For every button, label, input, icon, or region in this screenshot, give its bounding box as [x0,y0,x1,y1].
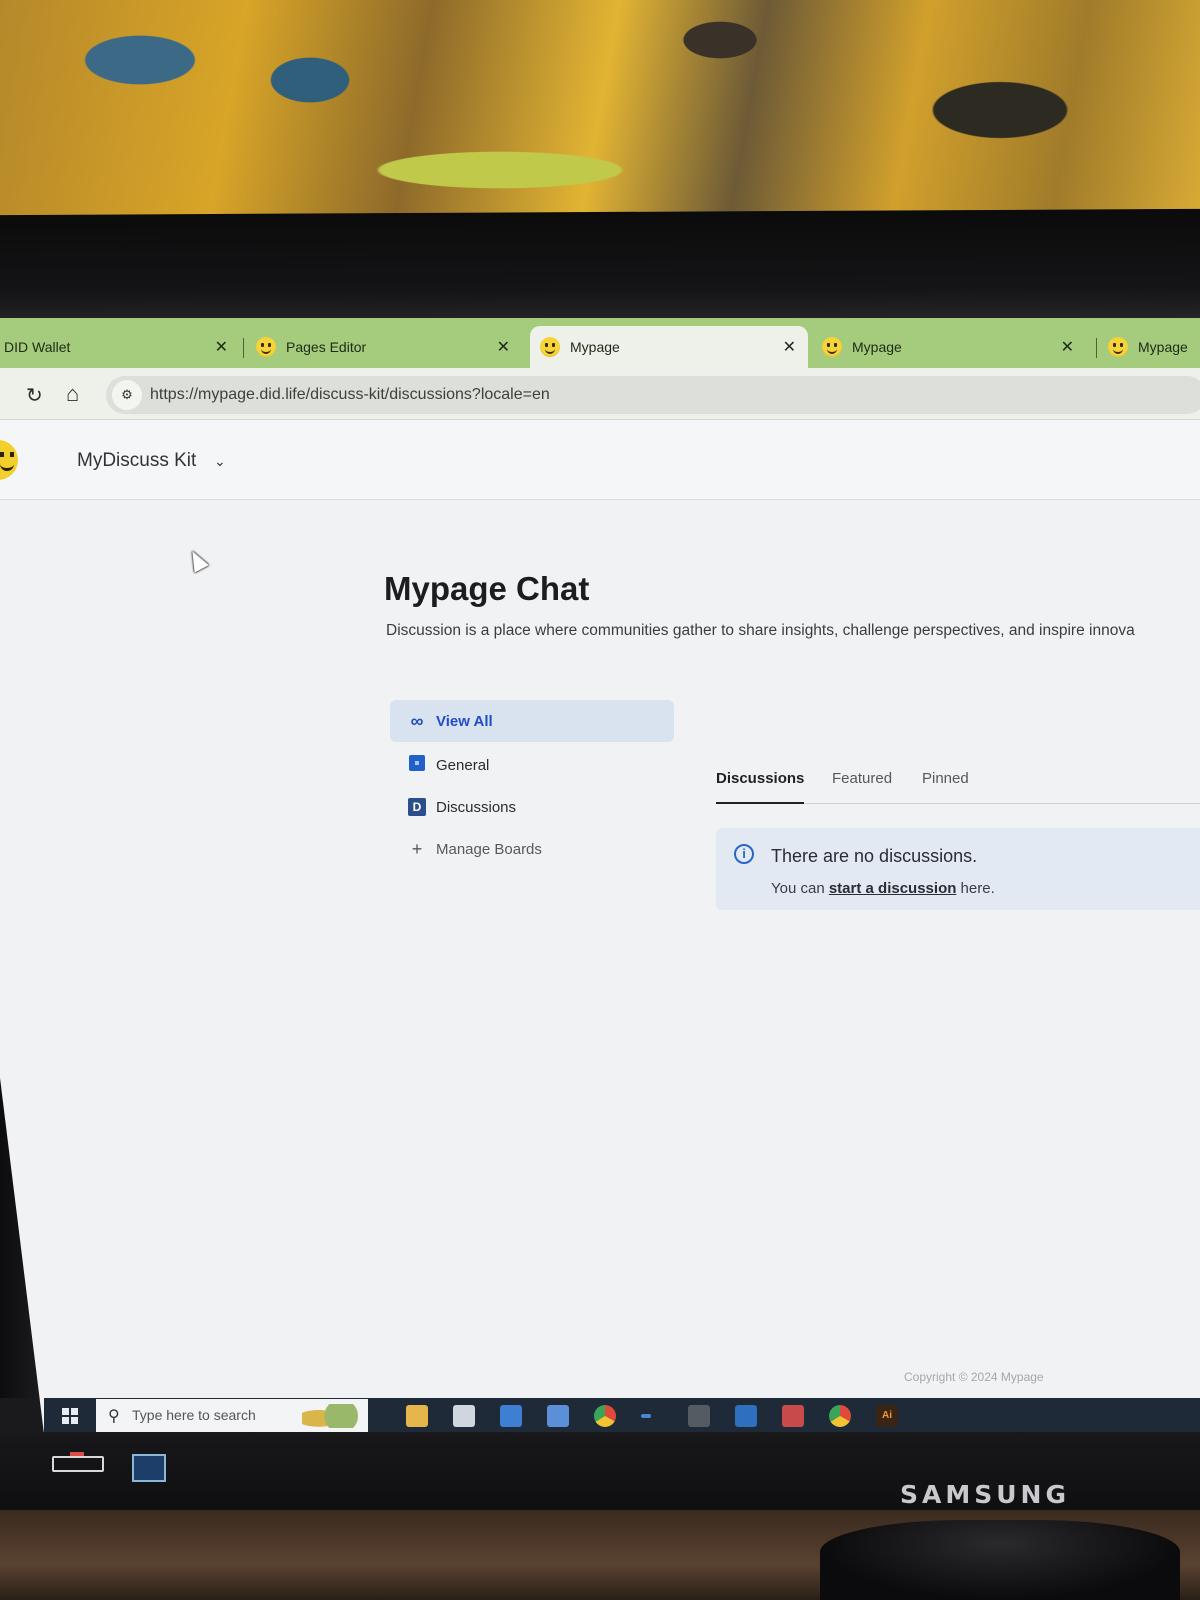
app-icon[interactable] [735,1405,757,1427]
tab-label: Mypage [1138,339,1188,355]
chrome-icon[interactable] [594,1405,616,1427]
calculator-app-icon[interactable] [547,1405,569,1427]
tab-separator [243,338,244,358]
board-view-all[interactable]: ∞ View All [390,700,674,742]
infinity-icon: ∞ [410,710,424,731]
app-name[interactable]: MyDiscuss Kit [77,450,196,472]
board-label: View All [436,712,493,730]
empty-state-prefix: You can [771,880,829,897]
monitor-brand-logo: SAMSUNG [900,1480,1070,1509]
page-description: Discussion is a place where communities … [386,622,1135,639]
close-icon[interactable]: ✕ [783,337,796,357]
empty-state-suffix: here. [956,880,995,897]
board-discussions-icon: D [408,798,426,816]
illustrator-icon[interactable]: Ai [872,1405,902,1434]
taskbar-search-input[interactable] [132,1407,302,1423]
tab-mypage[interactable]: Mypage ✕ [822,326,1086,368]
info-icon: i [734,844,754,864]
feed-tabs: Discussions Featured Pinned [716,770,1200,804]
chevron-down-icon[interactable]: ⌄ [214,453,226,470]
empty-state-alert: i There are no discussions. You can star… [716,828,1200,910]
tab-featured[interactable]: Featured [832,770,892,804]
app-icon[interactable] [688,1405,710,1427]
board-discussions[interactable]: D Discussions [390,786,674,828]
smiley-icon [256,337,276,357]
app-header: MyDiscuss Kit ⌄ [0,420,1200,500]
background-painting [0,0,1200,222]
browser-toolbar: ↻ ⌂ ⚙ https://mypage.did.life/discuss-ki… [0,368,1200,420]
file-explorer-icon[interactable] [406,1405,428,1427]
empty-state-text: You can start a discussion here. [771,880,995,897]
board-label: General [436,756,490,774]
mail-app-icon[interactable] [500,1405,522,1427]
plus-icon: + [411,838,423,859]
mouse-cursor-icon [185,547,209,573]
start-discussion-link[interactable]: start a discussion [829,880,957,897]
tab-label: Mypage [852,339,902,355]
url-text[interactable]: https://mypage.did.life/discuss-kit/disc… [150,386,550,404]
tab-did-wallet[interactable]: DID Wallet ✕ [0,326,240,368]
manage-boards-button[interactable]: + Manage Boards [390,828,674,870]
monitor-screen: DID Wallet ✕ Pages Editor ✕ Mypage ✕ Myp… [0,318,1200,1434]
smiley-logo-icon[interactable] [0,440,18,480]
board-general-icon [408,755,426,775]
tab-label: Mypage [570,339,620,355]
monitor-square-button [132,1454,166,1482]
search-highlight-art [302,1404,358,1428]
photos-app-icon[interactable] [453,1405,475,1427]
copyright-text: Copyright © 2024 Mypage [904,1370,1044,1384]
taskbar-search[interactable]: ⚲ [96,1399,368,1433]
board-label: Discussions [436,798,517,816]
monitor-led-button [52,1452,104,1472]
tab-separator [1096,338,1097,358]
reload-icon[interactable]: ↻ [26,383,43,408]
tab-discussions[interactable]: Discussions [716,770,805,804]
browser-tabstrip: DID Wallet ✕ Pages Editor ✕ Mypage ✕ Myp… [0,318,1200,368]
windows-start-icon[interactable] [62,1408,78,1424]
site-settings-icon[interactable]: ⚙ [112,380,142,410]
app-icon[interactable] [782,1405,804,1427]
page-title: Mypage Chat [384,570,590,607]
tab-pinned[interactable]: Pinned [922,770,969,804]
tab-mypage-active[interactable]: Mypage ✕ [530,326,808,368]
smiley-icon [540,337,560,357]
monitor-bezel-top [0,208,1200,326]
home-icon[interactable]: ⌂ [66,381,79,407]
board-label: Manage Boards [436,840,542,858]
tab-mypage-2[interactable]: Mypage [1108,326,1200,368]
tab-pages-editor[interactable]: Pages Editor ✕ [256,326,522,368]
close-icon[interactable]: ✕ [215,337,228,357]
windows-taskbar: ⚲ Ai [44,1398,1200,1434]
search-icon: ⚲ [108,1408,120,1425]
smiley-icon [1108,337,1128,357]
tab-label: Pages Editor [286,339,367,355]
close-icon[interactable]: ✕ [1061,337,1074,357]
board-general[interactable]: General [390,744,674,786]
empty-state-title: There are no discussions. [771,846,978,866]
tab-label: DID Wallet [4,339,71,355]
address-bar[interactable]: ⚙ https://mypage.did.life/discuss-kit/di… [106,376,1200,414]
edge-icon[interactable] [641,1414,651,1418]
monitor-stand [820,1520,1180,1600]
smiley-icon [822,337,842,357]
close-icon[interactable]: ✕ [497,337,510,357]
chrome-active-icon[interactable] [825,1405,855,1434]
